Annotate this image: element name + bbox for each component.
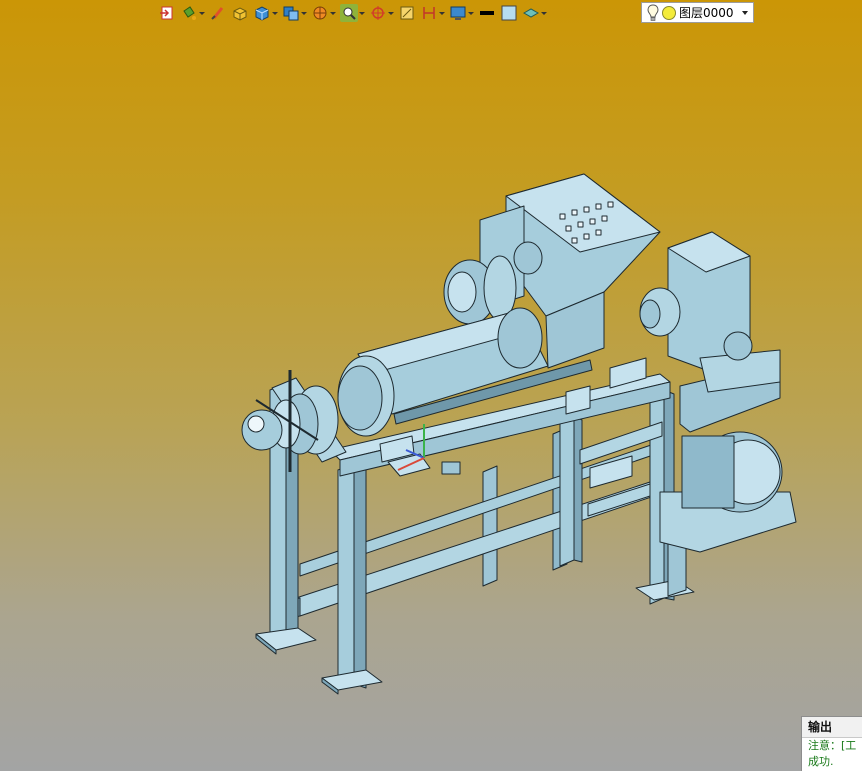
tool-line-weight[interactable] [478,1,496,25]
tool-height[interactable] [420,1,445,25]
import-icon[interactable] [158,4,176,22]
color-swatch-icon[interactable] [500,4,518,22]
layer-name: 图层0000 [679,6,734,20]
layer-color-icon[interactable] [662,5,676,20]
chevron-down-icon[interactable] [271,4,278,22]
chevron-down-icon[interactable] [358,4,365,22]
tool-dimension[interactable] [398,1,416,25]
chevron-down-icon[interactable] [198,4,205,22]
tool-zoom[interactable] [340,1,365,25]
layer-selector[interactable]: 图层0000 [641,2,754,23]
tool-layers[interactable] [282,1,307,25]
chevron-down-icon[interactable] [300,4,307,22]
chevron-down-icon[interactable] [540,4,547,22]
zoom-view-icon[interactable] [340,4,358,22]
tool-color[interactable] [500,1,518,25]
height-icon[interactable] [420,4,438,22]
tool-import[interactable] [158,1,176,25]
line-weight-icon[interactable] [478,4,496,22]
machine-model [241,173,797,695]
chevron-down-icon[interactable] [329,4,336,22]
brush-icon[interactable] [209,4,227,22]
chevron-down-icon[interactable] [438,4,445,22]
3d-viewport[interactable] [0,26,862,716]
layers-cube-icon[interactable] [282,4,300,22]
box-solid-icon[interactable] [231,4,249,22]
output-title: 输出 [802,717,862,738]
tool-box[interactable] [231,1,249,25]
output-success-line: 成功. [808,755,834,768]
tool-paint[interactable] [180,1,205,25]
render-style-icon[interactable] [311,4,329,22]
paint-bucket-icon[interactable] [180,4,198,22]
tool-brush[interactable] [209,1,227,25]
tool-display[interactable] [449,1,474,25]
chevron-down-icon[interactable] [387,4,394,22]
dimension-icon[interactable] [398,4,416,22]
top-toolbar [158,1,551,25]
target-icon[interactable] [369,4,387,22]
tool-cube[interactable] [253,1,278,25]
chevron-down-icon[interactable] [467,4,474,22]
tool-render[interactable] [311,1,336,25]
cube-icon[interactable] [253,4,271,22]
chevron-down-icon[interactable] [742,10,748,15]
layer-plane-icon[interactable] [522,4,540,22]
lightbulb-icon[interactable] [646,3,660,22]
output-panel: 输出 注意：[工 成功. [801,716,862,771]
display-icon[interactable] [449,4,467,22]
tool-layer-plane[interactable] [522,1,547,25]
output-note-line: 注意：[工 [808,739,857,752]
tool-target[interactable] [369,1,394,25]
